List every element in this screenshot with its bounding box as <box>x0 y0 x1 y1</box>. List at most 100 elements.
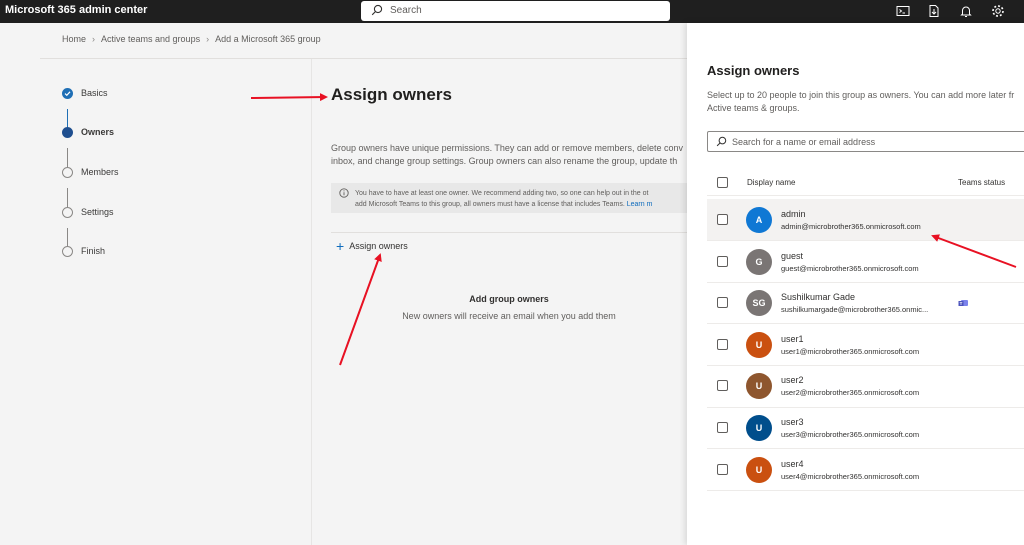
column-header-teams-status[interactable]: Teams status <box>958 178 1005 187</box>
owner-search-box[interactable] <box>707 131 1024 152</box>
empty-state-subtitle: New owners will receive an email when yo… <box>402 311 616 321</box>
divider <box>707 489 1024 491</box>
description-line: Group owners have unique permissions. Th… <box>331 143 684 153</box>
breadcrumb: Home › Active teams and groups › Add a M… <box>62 34 321 44</box>
info-line-2: add Microsoft Teams to this group, all o… <box>355 199 685 210</box>
step-owners[interactable]: Owners <box>62 127 182 141</box>
chevron-right-icon: › <box>92 34 96 44</box>
assign-owners-label: Assign owners <box>349 241 408 251</box>
panel-description-line: Active teams & groups. <box>707 103 800 113</box>
user-email: sushilkumargade@microbrother365.onmic... <box>781 305 929 315</box>
panel-description: Select up to 20 people to join this grou… <box>707 89 1024 115</box>
svg-text:T: T <box>960 301 963 306</box>
teams-icon: T <box>958 300 968 307</box>
bell-icon[interactable] <box>958 3 974 19</box>
step-indicator <box>62 246 73 257</box>
user-display-name: guest <box>781 250 804 261</box>
main-content: Home › Active teams and groups › Add a M… <box>0 23 687 545</box>
search-icon <box>371 4 383 16</box>
avatar: G <box>746 248 772 275</box>
user-email: user3@microbrother365.onmicrosoft.com <box>781 430 920 439</box>
step-members[interactable]: Members <box>62 167 182 181</box>
step-label: Basics <box>81 88 108 98</box>
user-row-checkbox[interactable] <box>717 255 728 267</box>
user-row[interactable]: Aadmin admin@microbrother365.onmicrosoft.… <box>707 199 1024 240</box>
step-settings[interactable]: Settings <box>62 207 182 221</box>
user-display-name: user3 <box>781 417 804 427</box>
user-display-name: user1 <box>781 333 804 344</box>
page-description: Group owners have unique permissions. Th… <box>331 142 687 168</box>
gear-icon[interactable] <box>990 3 1006 19</box>
description-line: inbox, and change group settings. Group … <box>331 156 678 166</box>
step-label: Settings <box>81 207 114 217</box>
user-row[interactable]: Gguest guest@microbrother365.onmicrosoft.… <box>707 241 1024 282</box>
panel-description-line: Select up to 20 people to join this grou… <box>707 90 1015 100</box>
breadcrumb-current: Add a Microsoft 365 group <box>215 34 321 44</box>
step-indicator <box>62 167 73 178</box>
breadcrumb-active-teams[interactable]: Active teams and groups <box>101 34 200 44</box>
chevron-right-icon: › <box>206 34 210 44</box>
user-row[interactable]: SG Sushilkumar Gade sushilkumargade@microb… <box>707 282 1024 323</box>
breadcrumb-home[interactable]: Home <box>62 34 86 44</box>
column-header-display-name[interactable]: Display name <box>747 178 795 187</box>
avatar: U <box>746 415 772 441</box>
user-email: guest@microbrother365.onmicrosoft.com <box>781 263 919 273</box>
panel-title: Assign owners <box>707 63 800 78</box>
info-message-text: You have to have at least one owner. We … <box>355 188 685 210</box>
user-display-name: admin <box>781 209 806 219</box>
terminal-icon[interactable] <box>895 3 911 19</box>
divider <box>331 232 687 233</box>
user-email: user2@microbrother365.onmicrosoft.com <box>781 388 920 398</box>
step-label: Owners <box>81 127 115 137</box>
owner-search-input[interactable] <box>732 134 1022 149</box>
user-display-name: user4 <box>781 458 804 469</box>
divider <box>707 195 1024 196</box>
info-line: You have to have at least one owner. We … <box>355 190 649 197</box>
plus-icon: + <box>336 238 345 254</box>
user-row-checkbox[interactable] <box>717 214 728 225</box>
avatar: A <box>746 207 772 233</box>
user-display-name: user2 <box>781 375 804 386</box>
global-search-placeholder: Search <box>390 5 422 16</box>
step-active-indicator <box>62 127 73 138</box>
user-row-checkbox[interactable] <box>717 338 728 350</box>
step-finish[interactable]: Finish <box>62 246 182 260</box>
info-icon <box>339 188 349 198</box>
page-title: Assign owners <box>331 85 452 104</box>
assign-owners-panel: Assign owners Select up to 20 people to … <box>687 23 1024 545</box>
info-message-bar: You have to have at least one owner. We … <box>331 183 687 213</box>
step-indicator <box>62 207 73 218</box>
user-row[interactable]: Uuser1 user1@microbrother365.onmicrosoft.… <box>707 324 1024 365</box>
divider <box>311 59 312 545</box>
global-search-box[interactable]: Search <box>361 1 670 21</box>
step-basics[interactable]: Basics <box>62 88 182 102</box>
download-icon[interactable] <box>926 3 942 19</box>
user-row[interactable]: Uuser3 user3@microbrother365.onmicrosoft.… <box>707 407 1024 448</box>
top-bar: Microsoft 365 admin center Search <box>0 0 1024 23</box>
avatar: U <box>746 456 772 483</box>
check-icon <box>62 88 73 99</box>
user-row[interactable]: Uuser2 user2@microbrother365.onmicrosoft.… <box>707 365 1024 406</box>
user-display-name: Sushilkumar Gade <box>781 292 856 303</box>
learn-more-link[interactable]: Learn m <box>627 201 653 208</box>
user-row-checkbox[interactable] <box>717 297 728 309</box>
user-email: admin@microbrother365.onmicrosoft.com <box>781 222 921 231</box>
step-label: Members <box>81 167 119 177</box>
avatar: U <box>746 331 772 358</box>
avatar: U <box>746 373 772 400</box>
user-row-checkbox[interactable] <box>717 422 728 433</box>
info-line: add Microsoft Teams to this group, all o… <box>355 201 625 208</box>
user-email: user1@microbrother365.onmicrosoft.com <box>781 346 920 356</box>
empty-state-title: Add group owners <box>469 294 549 304</box>
user-row-checkbox[interactable] <box>717 380 728 392</box>
assign-owners-button[interactable]: + Assign owners <box>336 239 408 253</box>
select-all-checkbox[interactable] <box>717 177 728 188</box>
step-label: Finish <box>81 246 106 256</box>
user-email: user4@microbrother365.onmicrosoft.com <box>781 471 920 481</box>
divider <box>40 58 687 59</box>
user-row[interactable]: Uuser4 user4@microbrother365.onmicrosoft.… <box>707 449 1024 490</box>
search-icon <box>716 136 727 147</box>
user-row-checkbox[interactable] <box>717 463 728 475</box>
avatar: SG <box>746 290 772 317</box>
app-title[interactable]: Microsoft 365 admin center <box>5 4 147 16</box>
